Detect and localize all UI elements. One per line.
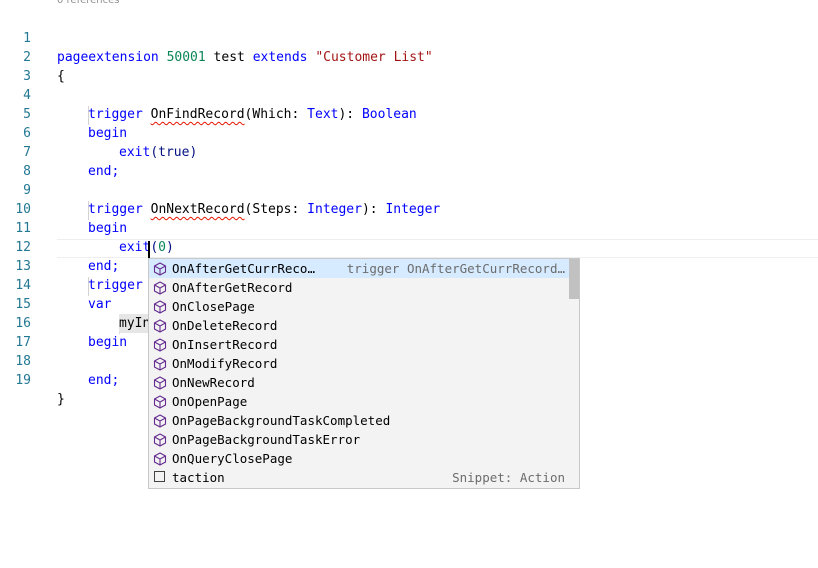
code-line-3[interactable]: 3 [0, 48, 818, 84]
code-line-1[interactable]: 1 pageextension 50001 test extends "Cust… [0, 10, 818, 65]
suggest-item-label: OnModifyRecord [172, 356, 278, 371]
cube-icon [153, 300, 167, 314]
code-text: } [57, 392, 65, 407]
suggest-item-label: OnNewRecord [172, 375, 255, 390]
suggest-widget[interactable]: taction Snippet: Action OnQueryClosePage On… [148, 258, 580, 489]
suggest-scrollbar[interactable] [569, 259, 579, 299]
cube-icon [153, 357, 167, 371]
suggest-item-label: OnClosePage [172, 299, 255, 314]
suggest-item[interactable]: taction Snippet: Action [149, 468, 569, 487]
suggest-item-label: OnPageBackgroundTaskCompleted [172, 413, 391, 428]
suggest-item-detail: trigger OnAfterGetCurrRecord… [346, 261, 565, 276]
code-line-10[interactable]: 10 begin [0, 181, 818, 236]
cube-icon [153, 452, 167, 466]
suggest-item[interactable]: OnDeleteRecord [149, 316, 569, 335]
code-line-13[interactable]: 13 trigger () [0, 238, 818, 293]
suggest-item-label: OnDeleteRecord [172, 318, 278, 333]
suggest-item[interactable]: OnAfterGetRecord [149, 278, 569, 297]
code-line-7[interactable]: 7 end; [0, 124, 818, 179]
suggest-item[interactable]: OnOpenPage [149, 392, 569, 411]
cube-icon [153, 262, 167, 276]
suggest-item[interactable]: OnInsertRecord [149, 335, 569, 354]
cube-icon [153, 281, 167, 295]
suggest-item-label: OnPageBackgroundTaskError [172, 432, 361, 447]
suggest-item-label: OnInsertRecord [172, 337, 278, 352]
code-line-11[interactable]: 11 exit(0) [0, 200, 818, 255]
cube-icon [153, 319, 167, 333]
suggest-item-label: OnQueryClosePage [172, 451, 293, 466]
code-line-5[interactable]: 5 begin [0, 86, 818, 141]
suggest-item-label: taction [172, 470, 225, 485]
code-line-2[interactable]: 2 { [0, 29, 818, 84]
code-line-8[interactable]: 8 [0, 143, 818, 179]
keyword: end; [88, 373, 120, 388]
suggest-item[interactable]: OnAfterGetCurrReco… trigger OnAfterGetCur… [149, 259, 569, 278]
code-line-9[interactable]: 9 trigger OnNextRecord(Steps: Integer): … [0, 162, 818, 217]
text-cursor [148, 241, 150, 258]
suggest-item[interactable]: OnClosePage [149, 297, 569, 316]
line-number: 19 [15, 373, 31, 388]
suggest-item[interactable]: OnPageBackgroundTaskCompleted [149, 411, 569, 430]
cube-icon [153, 433, 167, 447]
suggest-item-label: OnAfterGetRecord [172, 280, 293, 295]
suggest-item[interactable]: OnQueryClosePage [149, 449, 569, 468]
cube-icon [153, 395, 167, 409]
cube-icon [153, 338, 167, 352]
cube-icon [153, 376, 167, 390]
snippet-icon [154, 471, 165, 482]
suggest-item-detail: Snippet: Action [452, 470, 565, 485]
suggest-item-label: OnAfterGetCurrReco… [172, 261, 315, 276]
code-line-6[interactable]: 6 exit(true) [0, 105, 818, 160]
suggest-item-label: OnOpenPage [172, 394, 248, 409]
suggest-item[interactable]: OnPageBackgroundTaskError [149, 430, 569, 449]
code-line-12[interactable]: 12 end; [0, 219, 818, 274]
codelens-references[interactable]: 0 references [57, 0, 120, 8]
suggest-item[interactable]: OnModifyRecord [149, 354, 569, 373]
cube-icon [153, 414, 167, 428]
code-line-4[interactable]: 4 trigger OnFindRecord(Which: Text): Boo… [0, 67, 818, 122]
suggest-item[interactable]: OnNewRecord [149, 373, 569, 392]
